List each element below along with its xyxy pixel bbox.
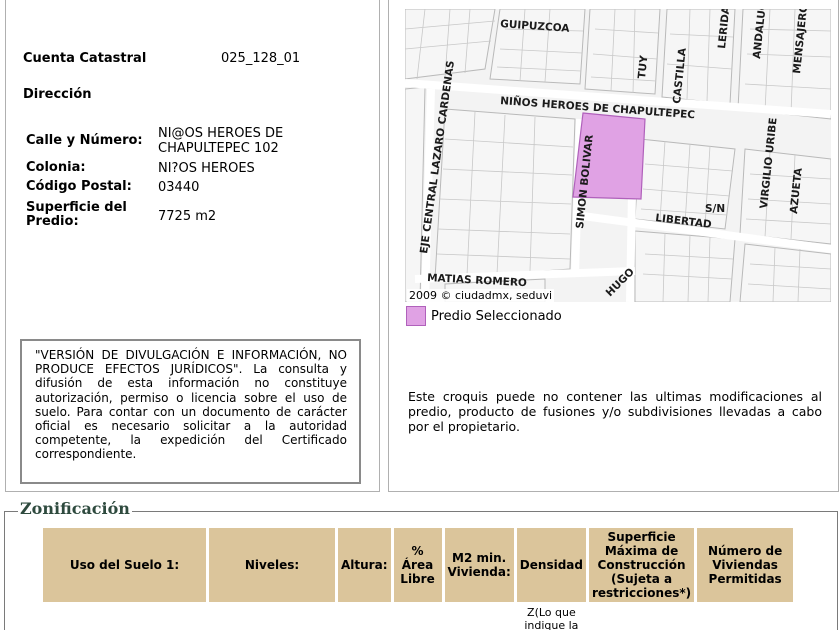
table-row: Z(Lo que indique la xyxy=(43,602,793,630)
superficie-label: Superficie del Predio: xyxy=(26,200,127,229)
table-header-row: Uso del Suelo 1: Niveles: Altura: % Área… xyxy=(43,528,794,602)
map-credit: 2009 © ciudadmx, seduvi xyxy=(407,289,555,302)
street-sn: S/N xyxy=(705,203,725,215)
cell-altura xyxy=(338,602,391,630)
calle-value: NI@OS HEROES DE CHAPULTEPEC 102 xyxy=(158,126,284,156)
codigo-postal-label: Código Postal: xyxy=(26,179,132,194)
map-drawing: GUIPUZCOA TUY CASTILLA LERIDA ANDALUCIA … xyxy=(405,9,831,302)
col-niveles: Niveles: xyxy=(209,528,335,602)
calle-label: Calle y Número: xyxy=(26,133,143,148)
predio-info-panel: Cuenta Catastral 025_128_01 Dirección Ca… xyxy=(5,0,380,492)
col-uso-suelo: Uso del Suelo 1: xyxy=(43,528,206,602)
cell-densidad: Z(Lo que indique la xyxy=(524,606,579,630)
street-tuy: TUY xyxy=(636,55,650,80)
cell-niveles xyxy=(209,602,335,630)
cuenta-catastral-value: 025_128_01 xyxy=(221,51,301,66)
codigo-postal-value: 03440 xyxy=(158,180,200,195)
col-densidad: Densidad xyxy=(516,528,586,602)
zonificacion-title: Zonificación xyxy=(18,499,132,518)
colonia-value: NI?OS HEROES xyxy=(158,161,255,176)
cell-numero-viviendas xyxy=(697,602,793,630)
direccion-heading: Dirección xyxy=(23,87,92,102)
location-map[interactable]: GUIPUZCOA TUY CASTILLA LERIDA ANDALUCIA … xyxy=(405,9,831,302)
col-numero-viviendas: Número de Viviendas Permitidas xyxy=(697,528,794,602)
croquis-panel: GUIPUZCOA TUY CASTILLA LERIDA ANDALUCIA … xyxy=(388,0,839,492)
cell-uso-suelo xyxy=(43,602,206,630)
legend-label: Predio Seleccionado xyxy=(431,308,562,324)
superficie-value: 7725 m2 xyxy=(158,209,217,224)
colonia-label: Colonia: xyxy=(26,160,86,175)
col-superficie-maxima: Superficie Máxima de Construcción (Sujet… xyxy=(588,528,695,602)
map-legend: Predio Seleccionado xyxy=(406,306,562,326)
croquis-note: Este croquis puede no contener las ultim… xyxy=(408,389,822,434)
col-m2-min-vivienda: M2 min. Vivienda: xyxy=(444,528,514,602)
cell-area-libre xyxy=(394,602,442,630)
zonificacion-table: Uso del Suelo 1: Niveles: Altura: % Área… xyxy=(40,528,796,630)
zonificacion-fieldset: Zonificación Uso del Suelo 1: Niveles: A… xyxy=(4,499,838,630)
predio-seleccionado-swatch xyxy=(406,306,426,326)
cuenta-catastral-label: Cuenta Catastral xyxy=(23,51,147,66)
col-altura: Altura: xyxy=(338,528,391,602)
disclaimer-box: "VERSIÓN DE DIVULGACIÓN E INFORMACIÓN, N… xyxy=(20,339,361,484)
cell-m2-min-vivienda xyxy=(445,602,514,630)
col-area-libre: % Área Libre xyxy=(393,528,442,602)
cell-superficie-maxima xyxy=(589,602,694,630)
